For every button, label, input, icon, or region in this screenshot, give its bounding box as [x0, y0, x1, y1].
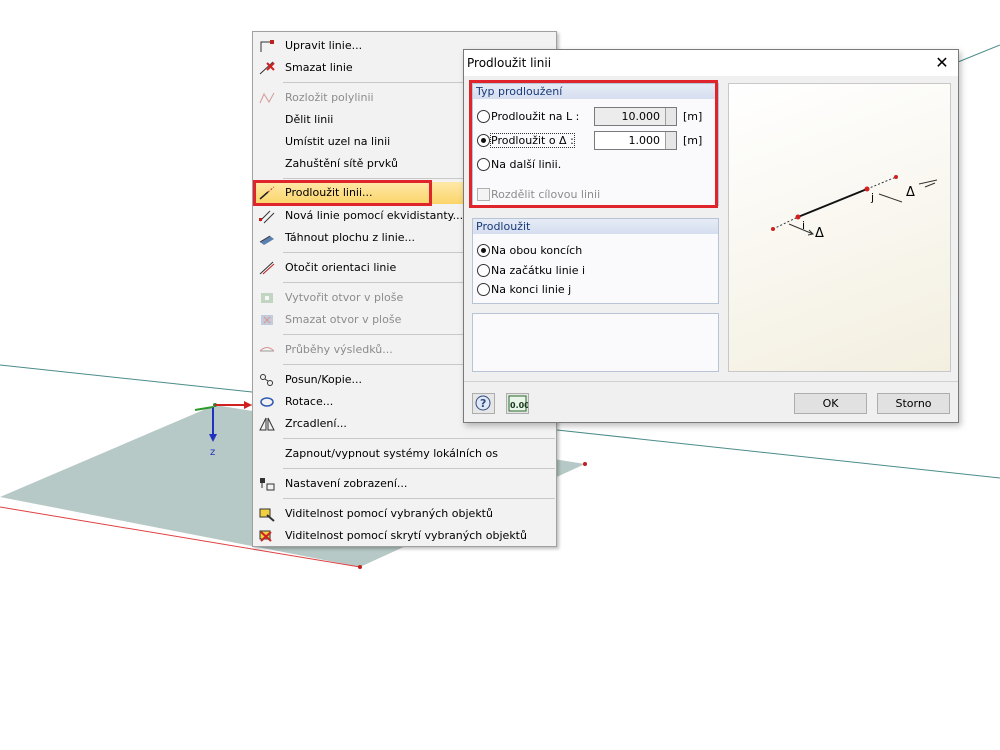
reverse-line-icon [259, 261, 275, 275]
menu-item-label: Nová linie pomocí ekvidistanty... [285, 209, 464, 222]
menu-item-label: Smazat linie [285, 61, 353, 74]
menu-item-label: Zahuštění sítě prvků [285, 157, 398, 170]
menu-item-display-settings[interactable]: Nastavení zobrazení... [254, 473, 555, 495]
menu-item-label: Nastavení zobrazení... [285, 477, 408, 490]
highlight-box-menu [253, 180, 432, 206]
create-opening-icon [261, 293, 273, 303]
radio-end-j[interactable] [477, 283, 490, 296]
offset-line-icon [259, 210, 275, 224]
menu-item-label: Vytvořit otvor v ploše [285, 291, 404, 304]
visibility-selected-icon [259, 508, 275, 522]
visibility-hide-icon [259, 530, 272, 542]
menu-item-label: Dělit linii [285, 113, 334, 126]
menu-item-label: Umístit uzel na linii [285, 135, 391, 148]
radio-start-i[interactable] [477, 264, 490, 277]
result-diagram-icon [259, 347, 275, 352]
menu-item-label: Otočit orientaci linie [285, 261, 397, 274]
dialog-title: Prodloužit linii [467, 56, 552, 70]
rotate-icon [260, 397, 274, 407]
footer-divider [464, 381, 958, 382]
menu-separator [283, 468, 555, 469]
menu-separator [283, 438, 555, 439]
menu-item-label: Rotace... [285, 395, 334, 408]
menu-item-local-axes[interactable]: Zapnout/vypnout systémy lokálních os [254, 443, 555, 465]
menu-item-visibility-selected[interactable]: Viditelnost pomocí vybraných objektů [254, 503, 555, 525]
cancel-button[interactable]: Storno [877, 393, 950, 414]
label-delta-j: Δ [906, 185, 915, 200]
units-icon: 0.00 [508, 395, 530, 412]
menu-item-label: Táhnout plochu z linie... [285, 231, 416, 244]
explode-polyline-icon [259, 92, 275, 104]
svg-text:?: ? [480, 397, 486, 410]
menu-item-label: Upravit linie... [285, 39, 363, 52]
menu-item-label: Smazat otvor v ploše [285, 313, 402, 326]
help-icon: ? [475, 395, 491, 411]
menu-item-label: Posun/Kopie... [285, 373, 363, 386]
menu-item-label: Viditelnost pomocí vybraných objektů [285, 507, 493, 520]
delete-opening-icon [261, 315, 273, 325]
radio-label: Na obou koncích [491, 244, 583, 257]
menu-item-label: Viditelnost pomocí skrytí vybraných obje… [285, 529, 527, 542]
group-header: Prodloužit [473, 219, 718, 234]
radio-both-ends[interactable] [477, 244, 490, 257]
units-button[interactable]: 0.00 [506, 393, 530, 414]
help-button[interactable]: ? [472, 393, 495, 414]
radio-label: Na konci linie j [491, 283, 572, 296]
label-j: j [870, 191, 874, 204]
mirror-icon [259, 417, 275, 431]
dialog-titlebar[interactable]: Prodloužit linii ✕ [464, 50, 958, 76]
svg-text:0.00: 0.00 [510, 401, 528, 410]
close-icon[interactable]: ✕ [932, 53, 952, 73]
menu-item-label: Zrcadlení... [285, 417, 347, 430]
ok-button[interactable]: OK [794, 393, 867, 414]
preview-panel: i j Δ Δ [728, 83, 951, 372]
highlight-box-type-group [469, 80, 718, 208]
menu-item-label: Rozložit polylinii [285, 91, 374, 104]
menu-item-visibility-hide[interactable]: Viditelnost pomocí skrytí vybraných obje… [254, 525, 555, 547]
menu-item-label: Průběhy výsledků... [285, 343, 393, 356]
menu-separator [283, 498, 555, 499]
extension-diagram: i j Δ Δ [771, 175, 938, 241]
group-extend-where: Prodloužit Na obou koncích Na začátku li… [472, 218, 719, 304]
radio-label: Na začátku linie i [491, 264, 586, 277]
extrude-surface-icon [259, 235, 274, 245]
edit-line-icon [260, 40, 274, 52]
display-settings-icon [260, 478, 275, 491]
label-delta-i: Δ [815, 226, 824, 241]
info-panel [472, 313, 719, 372]
group-title: Prodloužit [476, 220, 531, 233]
move-copy-icon [260, 374, 273, 386]
menu-item-label: Zapnout/vypnout systémy lokálních os [285, 447, 498, 460]
delete-line-icon [259, 61, 275, 75]
